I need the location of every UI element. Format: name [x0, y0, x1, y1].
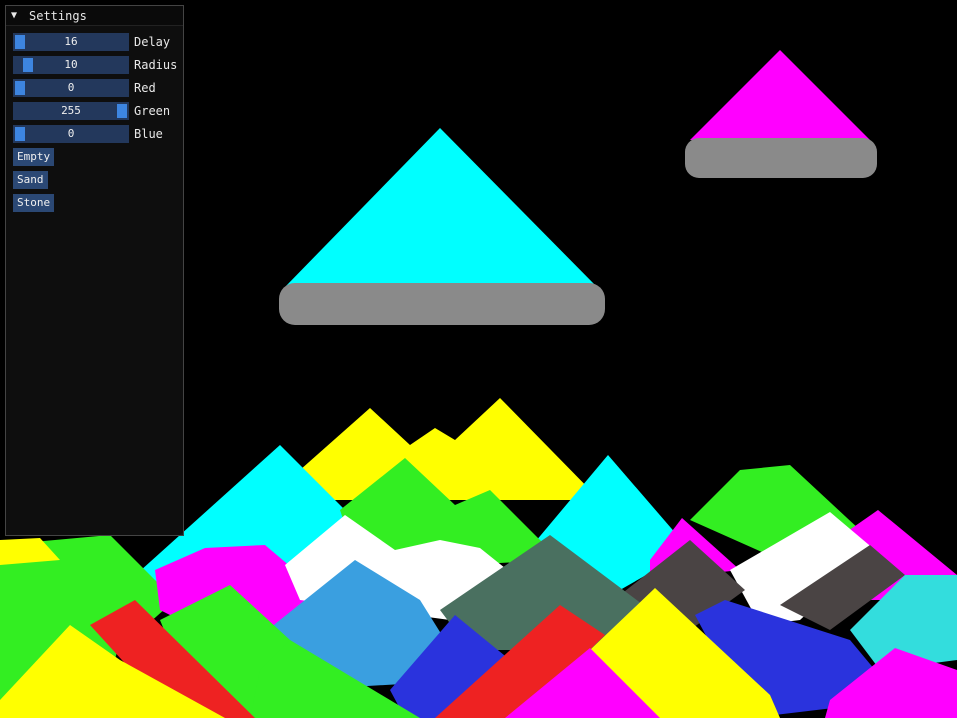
slider-value: 0: [67, 127, 75, 140]
slider-value: 0: [67, 81, 75, 94]
settings-window[interactable]: ▼ Settings 16 Delay 10 Radius 0 Red 255 …: [5, 5, 184, 536]
green-slider[interactable]: 255: [13, 102, 129, 120]
stone-platform: [279, 283, 605, 325]
triangle-down-icon[interactable]: ▼: [11, 10, 21, 21]
slider-label: Blue: [134, 127, 163, 141]
slider-row-delay: 16 Delay: [13, 33, 170, 51]
slider-label: Radius: [134, 58, 178, 72]
slider-value: 10: [64, 58, 78, 71]
slider-row-blue: 0 Blue: [13, 125, 163, 143]
slider-row-radius: 10 Radius: [13, 56, 177, 74]
delay-slider[interactable]: 16: [13, 33, 129, 51]
slider-label: Green: [134, 104, 171, 118]
stone-button[interactable]: Stone: [13, 194, 55, 212]
red-slider[interactable]: 0: [13, 79, 129, 97]
slider-label: Delay: [134, 35, 171, 49]
slider-value: 16: [64, 35, 78, 48]
slider-row-green: 255 Green: [13, 102, 170, 120]
window-title: Settings: [29, 8, 87, 23]
window-title-bar[interactable]: ▼ Settings: [6, 6, 183, 26]
empty-button[interactable]: Empty: [13, 148, 55, 166]
blue-slider[interactable]: 0: [13, 125, 129, 143]
stone-platform: [685, 138, 877, 178]
sand-button[interactable]: Sand: [13, 171, 48, 189]
slider-label: Red: [134, 81, 156, 95]
slider-value: 255: [61, 104, 81, 117]
radius-slider[interactable]: 10: [13, 56, 129, 74]
slider-row-red: 0 Red: [13, 79, 156, 97]
